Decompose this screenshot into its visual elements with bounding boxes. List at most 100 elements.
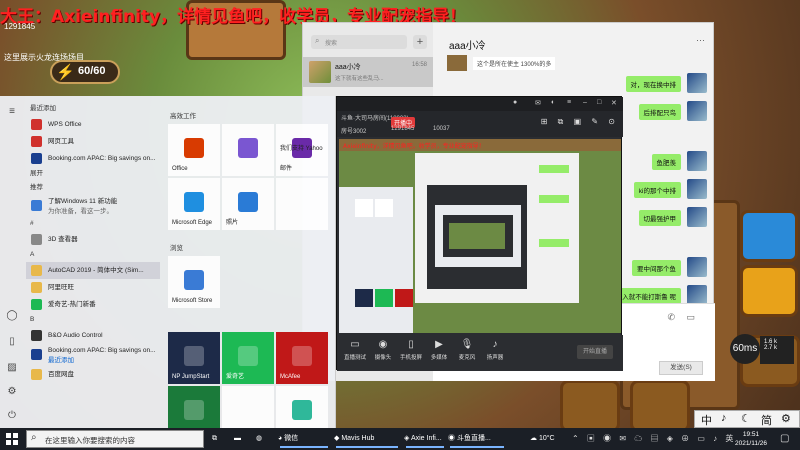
settings-icon[interactable]: ⚙ <box>6 386 18 398</box>
video-icon[interactable]: ▭ <box>686 312 695 323</box>
maximize-icon[interactable]: □ <box>597 99 601 106</box>
game-card-blue[interactable] <box>740 210 798 262</box>
stream-titlebar: ● ✉ ◐ ≡ – □ ✕ <box>337 97 623 111</box>
phone-icon: ▯ <box>408 339 414 350</box>
suggest-item[interactable]: 了解Windows 11 新功能 为你准备，看这一步。 <box>26 195 160 217</box>
ime-moon-icon[interactable]: ☾ <box>741 412 751 425</box>
phone-icon[interactable]: ✆ <box>667 312 675 323</box>
user-icon[interactable]: ◯ <box>6 310 18 322</box>
ime-simplified-icon[interactable]: 简 <box>761 412 772 428</box>
app-sub: 最近添加 <box>48 357 74 364</box>
minimize-icon[interactable]: – <box>583 99 587 106</box>
tile-iqiyi[interactable]: 爱奇艺 <box>222 332 274 384</box>
taskbar-search-input[interactable]: ⌕ 在这里输入你要搜索的内容 <box>26 430 204 448</box>
tile-edge[interactable]: Microsoft Edge <box>168 178 220 230</box>
picture-icon[interactable]: ▨ <box>6 362 18 374</box>
stream-toolbar: ▭ 直播测试 ◉ 摄像头 ▯ 手机投屏 ▶ 多媒体 🎙 麦克风 ♪ 扬声器 开始直播 <box>337 335 623 371</box>
stream-tools[interactable]: ⊞ ⧉ ▣ ✎ ⊙ <box>541 117 619 127</box>
ime-punct-icon[interactable]: ♪ <box>721 412 727 424</box>
stat-fans: 10037 <box>433 126 450 132</box>
svg-text:Axieinfinity，详情见鱼吧，收学员，专业配宠指导！: Axieinfinity，详情见鱼吧，收学员，专业配宠指导！ <box>343 142 485 150</box>
tile-blank[interactable] <box>276 178 328 230</box>
b-header: B <box>30 316 35 323</box>
notification-icon[interactable]: ▢ <box>780 433 789 444</box>
weather[interactable]: ☁ 10°C <box>530 434 555 442</box>
app-baidu-netdisk[interactable]: 百度网盘 <box>26 366 160 383</box>
document-icon[interactable]: ▯ <box>6 336 18 348</box>
app-booking[interactable]: Booking.com APAC: Big savings on... 最近添加 <box>26 344 160 366</box>
mail-icon[interactable]: ✉ <box>535 99 541 107</box>
app-list: 最近添加 WPS Office 网页工具 Booking.com APAC: Big… <box>26 102 160 428</box>
taskbar-app-wechat[interactable]: ◕ 微信 <box>278 431 330 448</box>
game-card-yellow[interactable] <box>740 265 798 317</box>
clock[interactable]: 19:51 2021/11/26 <box>726 430 776 448</box>
suggest-header: 推荐 <box>30 184 43 191</box>
tile-photos[interactable]: 照片 <box>222 178 274 230</box>
avatar[interactable]: ● <box>513 99 517 106</box>
menu-icon[interactable]: ≡ <box>567 99 571 106</box>
start-live-button[interactable]: 开始直播 <box>577 345 613 359</box>
add-chat-button[interactable]: + <box>413 35 427 49</box>
tile-jumpstart[interactable]: NP JumpStart <box>168 332 220 384</box>
camera-button[interactable]: ◉ 摄像头 <box>371 339 395 361</box>
expand-button[interactable]: 展开 <box>26 167 160 181</box>
suggest-sub: 为你准备，看这一步。 <box>48 208 113 215</box>
media-button[interactable]: ▶ 多媒体 <box>427 339 451 361</box>
app-3d-viewer[interactable]: 3D 查看器 <box>26 231 160 248</box>
app-label: 阿里旺旺 <box>48 284 74 291</box>
taskbar-app-axie[interactable]: ◈ Axie Infi... <box>404 431 446 448</box>
tile-mcafee[interactable]: McAfee <box>276 332 328 384</box>
more-icon[interactable]: ··· <box>696 35 705 45</box>
windows-start-icon[interactable] <box>6 433 18 445</box>
ime-settings-icon[interactable]: ⚙ <box>781 412 791 425</box>
camera-icon: ◉ <box>378 339 388 350</box>
search-placeholder: 在这里输入你要搜索的内容 <box>45 436 135 445</box>
app-iqiyi[interactable]: 爱奇艺-热门新番 <box>26 296 160 313</box>
taskbar-app-edge[interactable]: ◍ <box>256 431 274 447</box>
app-aliwangwang[interactable]: 阿里旺旺 <box>26 279 160 296</box>
tile-yahoo[interactable]: 我们支持 Yahoo 邮件 <box>276 124 328 176</box>
tile-office[interactable]: Office <box>168 124 220 176</box>
tray-icons[interactable]: ⌃ ▣ ◉ ✉ ☁ ▤ ◈ ⊕ ▭ ♪ 英 <box>572 433 736 444</box>
tile-label: Microsoft Edge <box>172 220 213 226</box>
recent-app[interactable]: Booking.com APAC: Big savings on... <box>26 150 160 167</box>
recent-app[interactable]: WPS Office <box>26 116 160 133</box>
stream-window: ● ✉ ◐ ≡ – □ ✕ 斗鱼·大司马房间(118003) 开播中 房号300… <box>336 96 623 371</box>
douyu-icon: ◉ <box>448 435 457 442</box>
stream-info-bar: 斗鱼·大司马房间(118003) 开播中 房号3002 1291845 1003… <box>337 111 623 137</box>
taskbar-app-task-view[interactable]: ⧉ <box>212 431 230 447</box>
avatar <box>687 73 707 93</box>
avatar <box>447 55 467 71</box>
taskbar-app-mavis[interactable]: ◆ Mavis Hub <box>334 431 400 448</box>
chat-title: aaa小冷 <box>449 41 486 52</box>
tile-store[interactable]: Microsoft Store <box>168 256 220 308</box>
power-icon[interactable]: ⏻ <box>6 410 18 422</box>
send-button[interactable]: 发送(S) <box>659 361 703 375</box>
booking-icon <box>31 349 42 360</box>
ime-chinese-icon[interactable]: 中 <box>701 412 712 428</box>
taskbar-app-douyu[interactable]: ◉ 斗鱼直播... <box>448 431 506 448</box>
app-label: Booking.com APAC: Big savings on... <box>48 347 156 354</box>
screen-button[interactable]: ▭ 直播测试 <box>343 339 367 361</box>
app-autocad[interactable]: AutoCAD 2019 - 简体中文 (Sim... <box>26 262 160 279</box>
phone-button[interactable]: ▯ 手机投屏 <box>399 339 423 361</box>
explorer-icon: ▬ <box>234 435 241 442</box>
speaker-button[interactable]: ♪ 扬声器 <box>483 339 507 361</box>
chat-search-input[interactable]: ⌕ 搜索 <box>311 35 407 49</box>
skin-icon[interactable]: ◐ <box>551 99 555 106</box>
contact-item[interactable]: aaa小冷 16:58 这下就有这些乱马... <box>303 57 433 87</box>
tile-area: 高效工作 浏览 Office 我们支持 Yahoo 邮件 Microsoft Edge… <box>166 102 334 438</box>
blank <box>292 192 312 212</box>
tile-m365[interactable] <box>222 124 274 176</box>
mic-button[interactable]: 🎙 麦克风 <box>455 339 479 361</box>
recent-app[interactable]: 网页工具 <box>26 133 160 150</box>
close-icon[interactable]: ✕ <box>611 99 617 107</box>
hamburger-icon[interactable]: ≡ <box>6 106 18 118</box>
task-view-icon: ⧉ <box>212 435 217 442</box>
taskbar-app-explorer[interactable]: ▬ <box>234 431 252 447</box>
app-bo-audio[interactable]: B&O Audio Control <box>26 327 160 344</box>
incoming-message: 这个是所在使主 1300%的多 <box>473 57 556 70</box>
taskbar-label: Mavis Hub <box>341 435 375 442</box>
ime-toolbar[interactable]: 中 ♪ ☾ 简 ⚙ <box>694 410 800 428</box>
windows-icon <box>31 200 42 211</box>
